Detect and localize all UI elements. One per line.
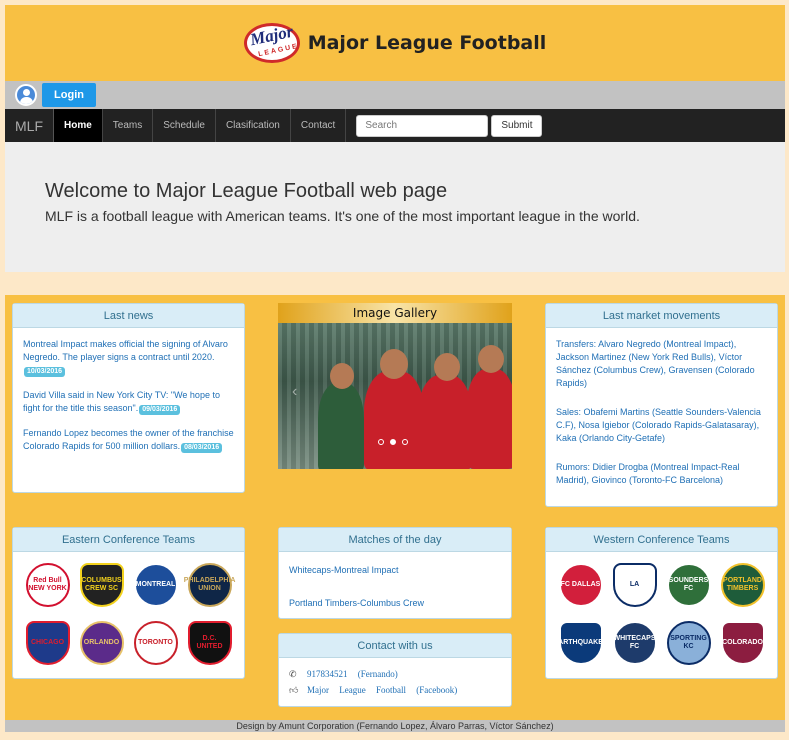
- news-item[interactable]: Fernando Lopez becomes the owner of the …: [23, 427, 234, 453]
- search-input[interactable]: [356, 114, 489, 137]
- western-heading: Western Conference Teams: [546, 528, 777, 552]
- contact-facebook[interactable]: 👍︎ Major League Football (Facebook): [289, 684, 501, 697]
- gallery-carousel[interactable]: ‹: [278, 323, 512, 469]
- team-logo-chicago-fire[interactable]: CHICAGO: [25, 621, 70, 665]
- welcome-heading: Welcome to Major League Football web pag…: [45, 180, 448, 202]
- image-gallery: Image Gallery ‹: [278, 303, 512, 469]
- market-rumors[interactable]: Rumors: Didier Drogba (Montreal Impact-R…: [556, 461, 767, 487]
- nav-item-teams[interactable]: Teams: [103, 109, 154, 142]
- team-logo-philadelphia-union[interactable]: PHILADELPHIA UNION: [184, 563, 236, 607]
- phone-icon: ✆: [289, 669, 297, 679]
- team-logo-sporting-kc[interactable]: SPORTING KC: [666, 621, 711, 665]
- market-transfers[interactable]: Transfers: Alvaro Negredo (Montreal Impa…: [556, 338, 767, 390]
- match-item[interactable]: Whitecaps-Montreal Impact: [289, 564, 501, 577]
- contact-panel: Contact with us ✆ 917834521 (Fernando) 👍…: [278, 633, 512, 707]
- nav-brand[interactable]: MLF: [5, 109, 54, 142]
- nav-item-home[interactable]: Home: [54, 109, 103, 142]
- team-logo-orlando-city[interactable]: ORLANDO: [79, 621, 124, 665]
- news-item[interactable]: David Villa said in New York City TV: "W…: [23, 389, 234, 415]
- market-heading: Last market movements: [546, 304, 777, 328]
- gallery-title: Image Gallery: [278, 303, 512, 323]
- contact-heading: Contact with us: [279, 634, 511, 658]
- contact-phone[interactable]: ✆ 917834521 (Fernando): [289, 668, 501, 681]
- team-logo-vancouver-whitecaps[interactable]: WHITECAPS FC: [612, 621, 657, 665]
- carousel-dot[interactable]: [378, 439, 384, 445]
- nav-item-clasification[interactable]: Clasification: [216, 109, 291, 142]
- eastern-heading: Eastern Conference Teams: [13, 528, 244, 552]
- team-logo-columbus-crew[interactable]: COLUMBUS CREW SC: [79, 563, 124, 607]
- login-bar: Login: [5, 81, 785, 109]
- last-news-heading: Last news: [13, 304, 244, 328]
- welcome-text: MLF is a football league with American t…: [45, 208, 640, 224]
- site-title: Major League Football: [307, 32, 547, 54]
- nav-item-schedule[interactable]: Schedule: [153, 109, 216, 142]
- league-logo: Major LEAGUE: [243, 21, 300, 65]
- market-sales[interactable]: Sales: Obafemi Martins (Seattle Sounders…: [556, 406, 767, 445]
- team-logo-colorado-rapids[interactable]: COLORADO: [720, 621, 765, 665]
- team-logo-toronto-fc[interactable]: TORONTO: [133, 621, 178, 665]
- match-item[interactable]: Portland Timbers-Columbus Crew: [289, 597, 501, 610]
- welcome-jumbotron: Welcome to Major League Football web pag…: [5, 142, 785, 272]
- date-badge: 10/03/2016: [24, 367, 66, 377]
- news-item[interactable]: Montreal Impact makes official the signi…: [23, 338, 234, 377]
- site-footer: Design by Amunt Corporation (Fernando Lo…: [5, 720, 785, 732]
- page-frame: Major LEAGUE Major League Football Login…: [5, 5, 785, 272]
- team-logo-portland-timbers[interactable]: PORTLAND TIMBERS: [720, 563, 765, 607]
- team-logo-la-galaxy[interactable]: LA: [612, 563, 657, 607]
- site-header: Major LEAGUE Major League Football: [5, 5, 785, 81]
- content-area: Last news Montreal Impact makes official…: [5, 295, 785, 721]
- user-icon: [15, 84, 37, 106]
- team-logo-montreal-impact[interactable]: MONTREAL: [133, 563, 178, 607]
- last-news-panel: Last news Montreal Impact makes official…: [12, 303, 245, 493]
- western-conference-panel: Western Conference Teams FC DALLAS LA SOUN…: [545, 527, 778, 679]
- team-logo-red-bulls[interactable]: Red Bull NEW YORK: [25, 563, 70, 607]
- carousel-dot[interactable]: [402, 439, 408, 445]
- carousel-indicators: [378, 439, 408, 445]
- date-badge: 08/03/2016: [181, 443, 223, 453]
- chevron-left-icon[interactable]: ‹: [292, 383, 297, 401]
- thumbs-up-icon: 👍︎: [289, 685, 299, 695]
- eastern-conference-panel: Eastern Conference Teams Red Bull NEW YO…: [12, 527, 245, 679]
- matches-heading: Matches of the day: [279, 528, 511, 552]
- matches-panel: Matches of the day Whitecaps-Montreal Im…: [278, 527, 512, 619]
- nav-item-contact[interactable]: Contact: [291, 109, 347, 142]
- team-logo-seattle-sounders[interactable]: SOUNDERS FC: [666, 563, 711, 607]
- carousel-dot[interactable]: [390, 439, 396, 445]
- market-panel: Last market movements Transfers: Alvaro …: [545, 303, 778, 507]
- login-button[interactable]: Login: [42, 83, 96, 107]
- date-badge: 09/03/2016: [139, 405, 181, 415]
- team-logo-dc-united[interactable]: D.C. UNITED: [187, 621, 232, 665]
- submit-button[interactable]: Submit: [491, 114, 543, 137]
- team-logo-fc-dallas[interactable]: FC DALLAS: [558, 563, 603, 607]
- team-logo-san-jose-earthquakes[interactable]: EARTHQUAKES: [553, 621, 608, 665]
- navbar: MLF Home Teams Schedule Clasification Co…: [5, 109, 785, 142]
